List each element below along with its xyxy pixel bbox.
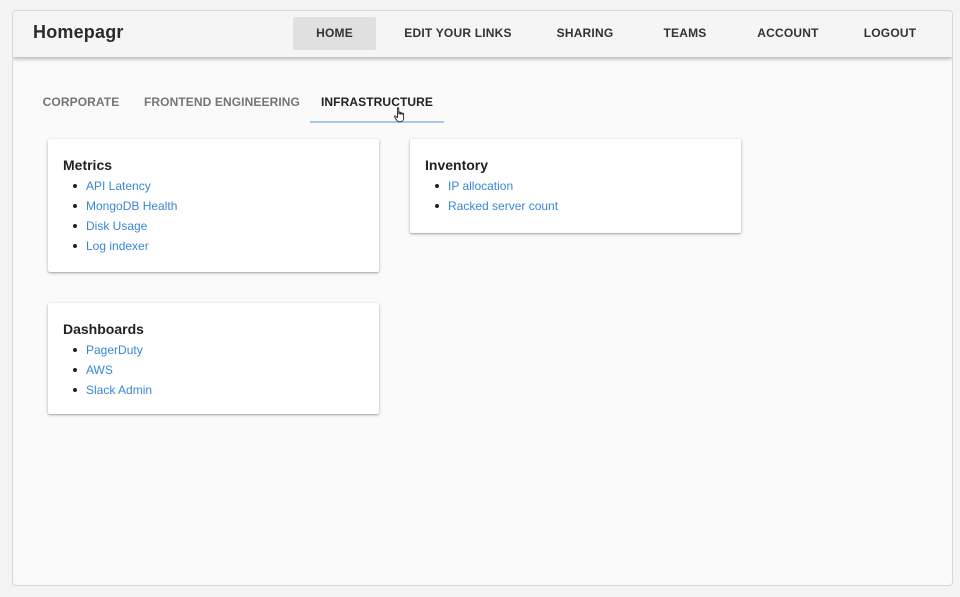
card-title: Dashboards: [63, 321, 144, 337]
card-title: Metrics: [63, 157, 113, 173]
list-item: Slack Admin: [73, 380, 379, 400]
link-log-indexer[interactable]: Log indexer: [86, 239, 149, 253]
card-title: Inventory: [425, 157, 489, 173]
card-inventory: Inventory IP allocation Racked server co…: [410, 139, 741, 233]
link-ip-allocation[interactable]: IP allocation: [448, 179, 513, 193]
nav-sharing[interactable]: SHARING: [541, 17, 629, 50]
list-item: MongoDB Health: [73, 196, 379, 216]
list-item: API Latency: [73, 176, 379, 196]
list-item: Log indexer: [73, 236, 379, 256]
tab-frontend-engineering[interactable]: FRONTEND ENGINEERING: [139, 91, 305, 125]
link-list: IP allocation Racked server count: [425, 176, 741, 216]
link-racked-server-count[interactable]: Racked server count: [448, 199, 558, 213]
link-aws[interactable]: AWS: [86, 363, 113, 377]
app-title: Homepagr: [33, 22, 124, 42]
list-item: Racked server count: [435, 196, 741, 216]
card-metrics: Metrics API Latency MongoDB Health Disk …: [48, 139, 379, 272]
tab-infrastructure[interactable]: INFRASTRUCTURE: [310, 91, 444, 125]
nav-teams[interactable]: TEAMS: [645, 17, 725, 50]
list-item: IP allocation: [435, 176, 741, 196]
link-list: PagerDuty AWS Slack Admin: [63, 340, 379, 400]
link-slack-admin[interactable]: Slack Admin: [86, 383, 152, 397]
app-bar: Homepagr HOME EDIT YOUR LINKS SHARING TE…: [13, 11, 952, 57]
link-pagerduty[interactable]: PagerDuty: [86, 343, 143, 357]
link-disk-usage[interactable]: Disk Usage: [86, 219, 147, 233]
card-dashboards: Dashboards PagerDuty AWS Slack Admin: [48, 303, 379, 414]
app-window: Homepagr HOME EDIT YOUR LINKS SHARING TE…: [12, 10, 953, 586]
nav-account[interactable]: ACCOUNT: [743, 17, 833, 50]
link-mongodb-health[interactable]: MongoDB Health: [86, 199, 177, 213]
list-item: PagerDuty: [73, 340, 379, 360]
link-api-latency[interactable]: API Latency: [86, 179, 151, 193]
link-list: API Latency MongoDB Health Disk Usage Lo…: [63, 176, 379, 256]
hand-pointer-icon: [394, 107, 405, 123]
list-item: Disk Usage: [73, 216, 379, 236]
nav-logout[interactable]: LOGOUT: [849, 17, 931, 50]
active-tab-indicator: [310, 121, 444, 123]
list-item: AWS: [73, 360, 379, 380]
nav-home[interactable]: HOME: [293, 17, 376, 50]
nav-edit-your-links[interactable]: EDIT YOUR LINKS: [393, 17, 523, 50]
tab-corporate[interactable]: CORPORATE: [35, 91, 127, 125]
